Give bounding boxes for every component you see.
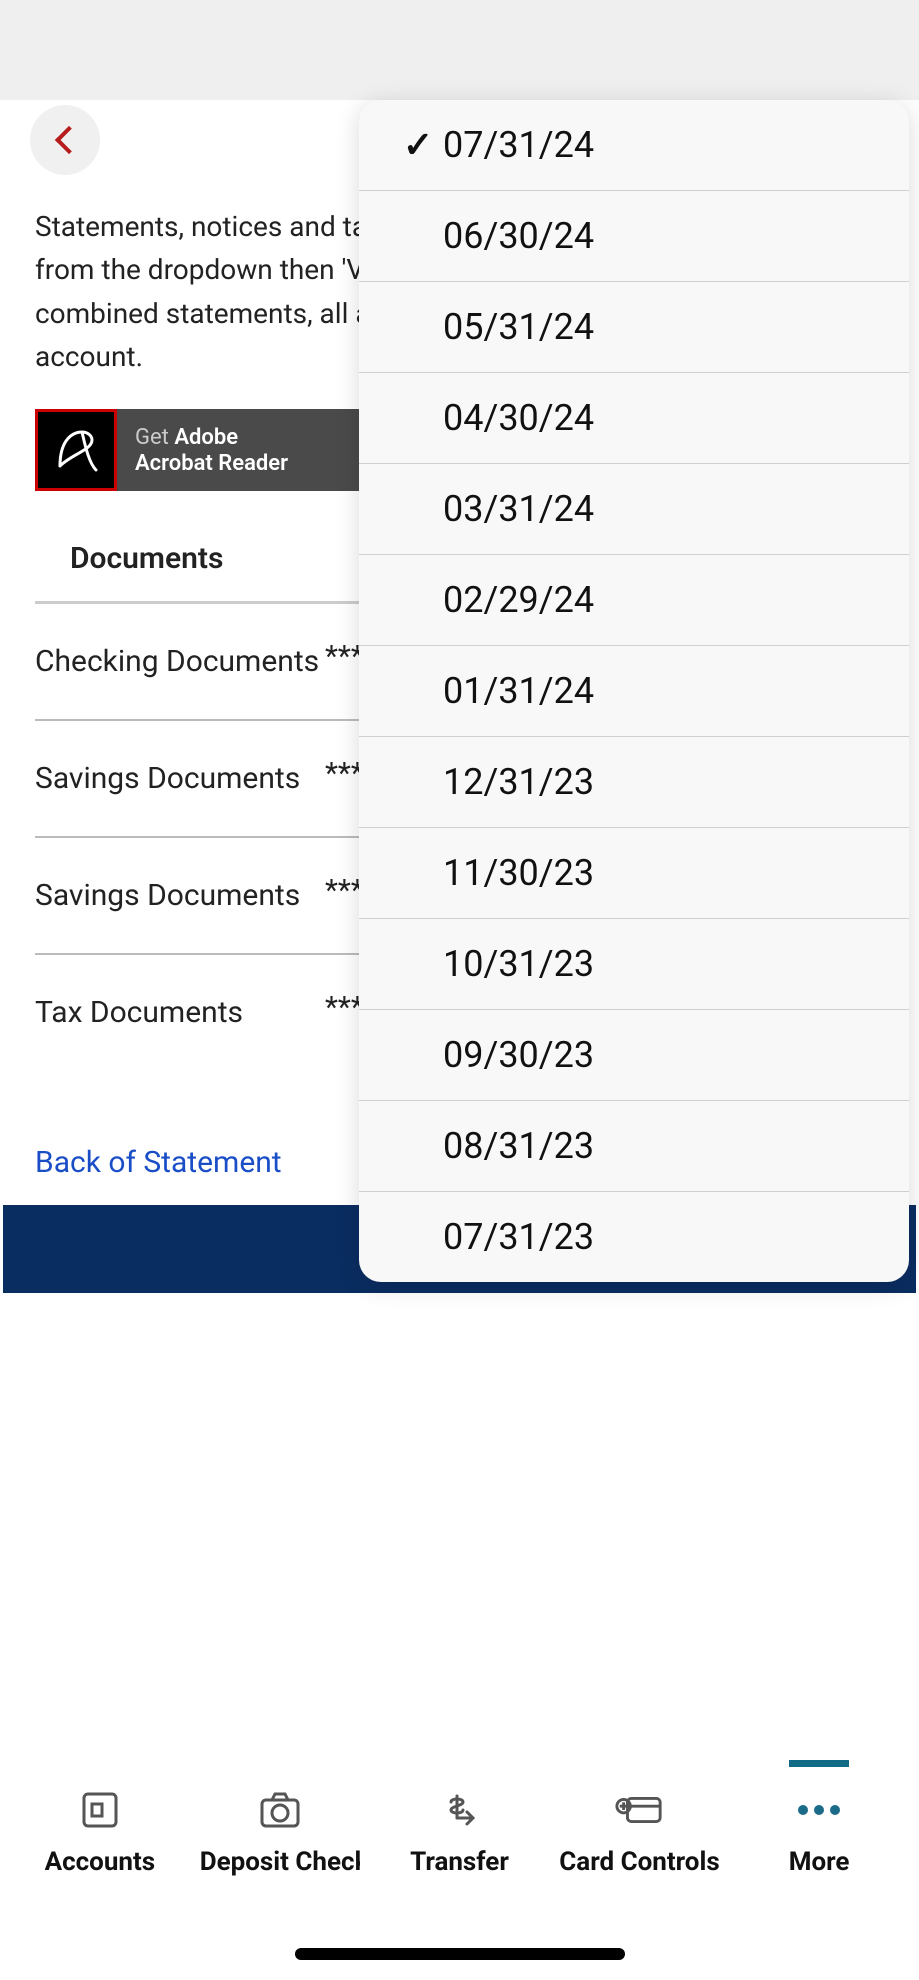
date-label: 12/31/23 bbox=[443, 761, 889, 803]
acrobat-get: Get bbox=[135, 425, 174, 450]
date-label: 10/31/23 bbox=[443, 943, 889, 985]
acrobat-banner[interactable]: Get Adobe Acrobat Reader bbox=[35, 409, 365, 491]
date-option[interactable]: 03/31/24 bbox=[359, 464, 909, 555]
back-button[interactable] bbox=[30, 105, 100, 175]
date-label: 06/30/24 bbox=[443, 215, 889, 257]
doc-type: Savings Documents bbox=[35, 873, 325, 918]
acrobat-adobe: Adobe bbox=[174, 425, 238, 450]
date-label: 03/31/24 bbox=[443, 488, 889, 530]
date-option[interactable]: 06/30/24 bbox=[359, 191, 909, 282]
nav-more[interactable]: More bbox=[732, 1785, 907, 1877]
date-label: 07/31/23 bbox=[443, 1216, 889, 1258]
bottom-nav: Accounts Deposit Check Transfer Card Con… bbox=[0, 1760, 919, 1980]
adobe-logo-icon bbox=[35, 409, 117, 491]
home-indicator[interactable] bbox=[295, 1948, 625, 1960]
date-label: 08/31/23 bbox=[443, 1125, 889, 1167]
nav-label: Transfer bbox=[410, 1847, 509, 1877]
nav-deposit-check[interactable]: Deposit Check bbox=[192, 1785, 367, 1877]
date-label: 05/31/24 bbox=[443, 306, 889, 348]
acrobat-reader: Acrobat Reader bbox=[135, 451, 288, 477]
date-option[interactable]: 11/30/23 bbox=[359, 828, 909, 919]
status-bar bbox=[0, 0, 919, 100]
date-label: 04/30/24 bbox=[443, 397, 889, 439]
doc-type: Tax Documents bbox=[35, 990, 325, 1080]
nav-card-controls[interactable]: Card Controls bbox=[552, 1785, 727, 1877]
check-icon: ✓ bbox=[403, 124, 443, 166]
doc-type: Savings Documents bbox=[35, 756, 325, 801]
accounts-icon bbox=[75, 1785, 125, 1835]
date-label: 09/30/23 bbox=[443, 1034, 889, 1076]
date-label: 07/31/24 bbox=[443, 124, 889, 166]
nav-label: Accounts bbox=[45, 1847, 156, 1877]
date-option[interactable]: 10/31/23 bbox=[359, 919, 909, 1010]
date-option[interactable]: 04/30/24 bbox=[359, 373, 909, 464]
card-controls-icon bbox=[614, 1785, 664, 1835]
date-dropdown: ✓07/31/24 06/30/24 05/31/24 04/30/24 03/31/2… bbox=[359, 100, 909, 1282]
date-option[interactable]: 07/31/23 bbox=[359, 1192, 909, 1282]
date-option[interactable]: ✓07/31/24 bbox=[359, 100, 909, 191]
nav-label: Card Controls bbox=[559, 1847, 719, 1877]
transfer-icon bbox=[434, 1785, 484, 1835]
more-icon bbox=[794, 1785, 844, 1835]
date-label: 11/30/23 bbox=[443, 852, 889, 894]
date-option[interactable]: 01/31/24 bbox=[359, 646, 909, 737]
date-label: 02/29/24 bbox=[443, 579, 889, 621]
camera-icon bbox=[255, 1785, 305, 1835]
acrobat-text: Get Adobe Acrobat Reader bbox=[117, 409, 306, 491]
date-label: 01/31/24 bbox=[443, 670, 889, 712]
date-option[interactable]: 02/29/24 bbox=[359, 555, 909, 646]
nav-label: Deposit Check bbox=[200, 1847, 360, 1877]
date-option[interactable]: 09/30/23 bbox=[359, 1010, 909, 1101]
chevron-left-icon bbox=[55, 126, 83, 154]
date-option[interactable]: 12/31/23 bbox=[359, 737, 909, 828]
date-option[interactable]: 08/31/23 bbox=[359, 1101, 909, 1192]
nav-accounts[interactable]: Accounts bbox=[12, 1785, 187, 1877]
nav-transfer[interactable]: Transfer bbox=[372, 1785, 547, 1877]
nav-label: More bbox=[789, 1847, 850, 1877]
th-documents: Documents bbox=[70, 541, 360, 576]
doc-type: Checking Documents bbox=[35, 639, 325, 684]
date-option[interactable]: 05/31/24 bbox=[359, 282, 909, 373]
